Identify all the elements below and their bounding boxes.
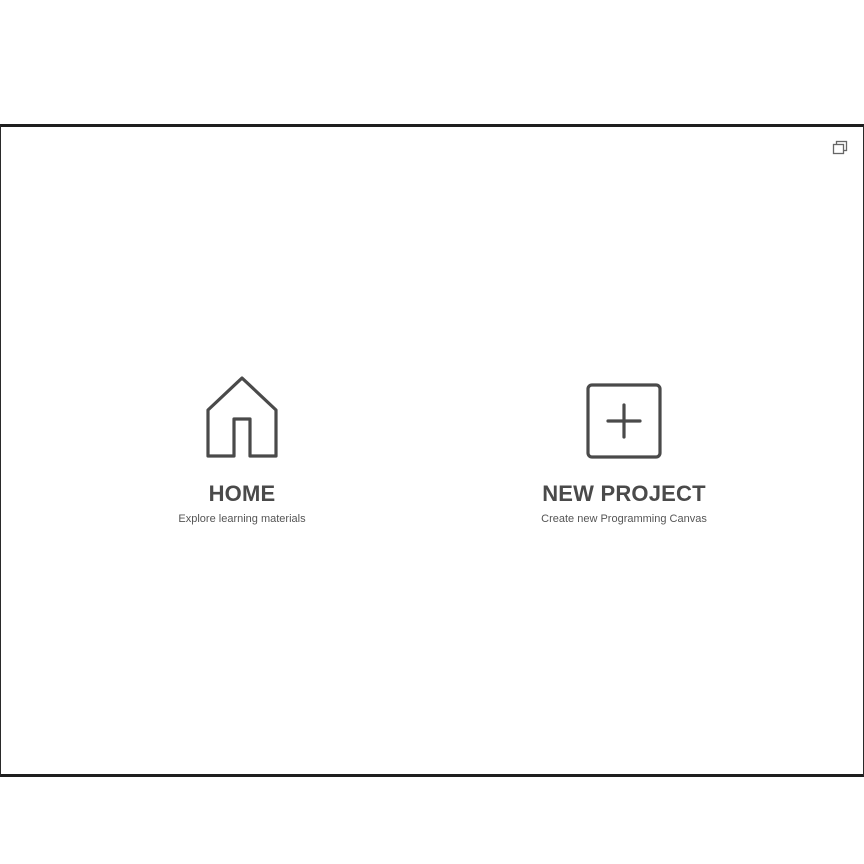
new-project-subtitle: Create new Programming Canvas (541, 513, 707, 525)
app-window: HOME Explore learning materials NEW PROJ… (0, 124, 864, 777)
restore-window-icon[interactable] (831, 139, 849, 157)
new-project-title: NEW PROJECT (542, 481, 706, 506)
new-project-option[interactable]: NEW PROJECT Create new Programming Canva… (464, 375, 784, 526)
home-title: HOME (208, 481, 276, 506)
plus-square-icon (584, 375, 664, 459)
house-icon (202, 375, 282, 459)
home-option[interactable]: HOME Explore learning materials (82, 375, 402, 526)
home-subtitle: Explore learning materials (178, 513, 306, 525)
